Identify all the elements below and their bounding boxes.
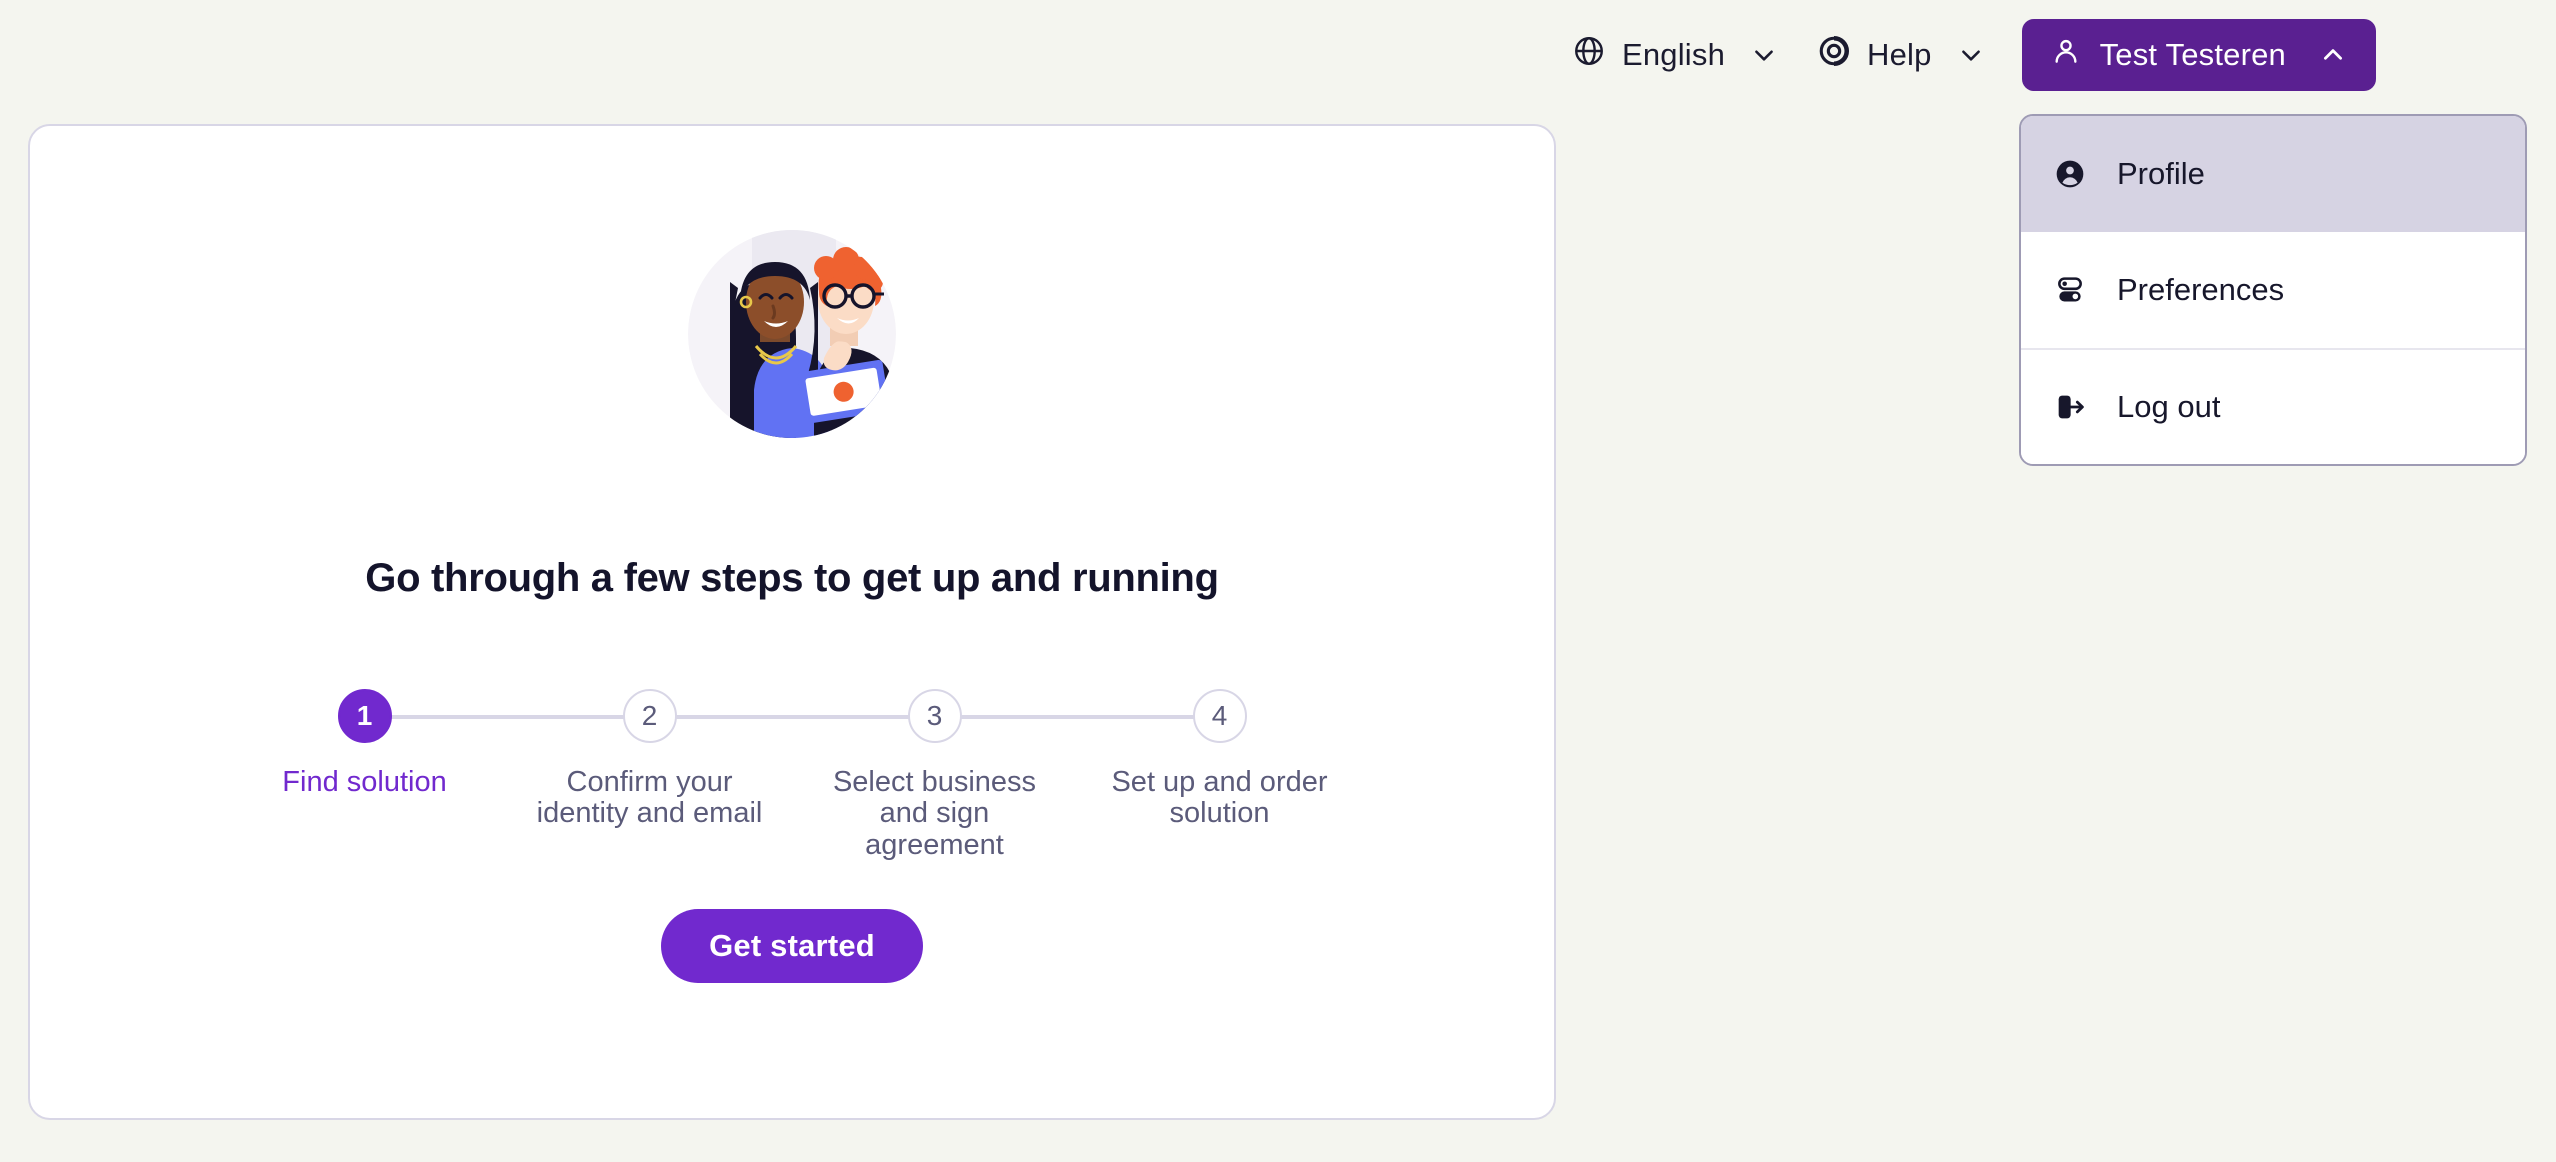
chevron-down-icon [1751,42,1777,68]
language-selector[interactable]: English [1552,21,1797,89]
logout-icon [2053,390,2087,424]
chevron-up-icon [2320,42,2346,68]
user-name-label: Test Testeren [2099,37,2286,72]
menu-item-log-out-label: Log out [2117,389,2221,424]
step-3[interactable]: 3 Select business and sign agreement [792,689,1220,861]
help-label: Help [1867,37,1932,72]
onboarding-stepper: 1 Find solution 2 Confirm your identity … [222,689,1362,861]
step-1[interactable]: 1 Find solution [222,689,650,861]
step-1-number: 1 [337,689,392,743]
step-1-label: Find solution [282,766,447,798]
globe-icon [1572,34,1606,76]
top-bar: English Help Test Testeren [0,0,2556,110]
user-dropdown-menu: Profile Preferences Log out [2019,114,2527,466]
lifebuoy-icon [1817,34,1851,76]
onboarding-card: Go through a few steps to get up and run… [28,124,1556,1120]
toggles-icon [2053,273,2087,307]
page-title: Go through a few steps to get up and run… [365,556,1219,600]
user-circle-icon [2053,157,2087,191]
two-people-illustration [674,216,910,452]
chevron-down-icon [1958,42,1984,68]
user-menu-button[interactable]: Test Testeren [2021,19,2376,91]
menu-item-profile-label: Profile [2117,156,2205,191]
menu-item-preferences[interactable]: Preferences [2021,232,2525,348]
step-2[interactable]: 2 Confirm your identity and email [507,689,935,861]
step-4-number: 4 [1192,689,1247,743]
get-started-button[interactable]: Get started [661,908,923,983]
step-2-label: Confirm your identity and email [536,766,763,830]
menu-item-log-out[interactable]: Log out [2021,348,2525,464]
step-2-number: 2 [622,689,677,743]
menu-item-preferences-label: Preferences [2117,272,2285,307]
step-4-label: Set up and order solution [1111,766,1328,830]
menu-item-profile[interactable]: Profile [2021,116,2525,232]
step-3-label: Select business and sign agreement [832,766,1037,861]
help-menu[interactable]: Help [1797,21,2004,89]
step-3-number: 3 [907,689,962,743]
language-label: English [1621,37,1726,72]
step-4[interactable]: 4 Set up and order solution [1077,689,1362,861]
user-icon [2050,35,2082,75]
